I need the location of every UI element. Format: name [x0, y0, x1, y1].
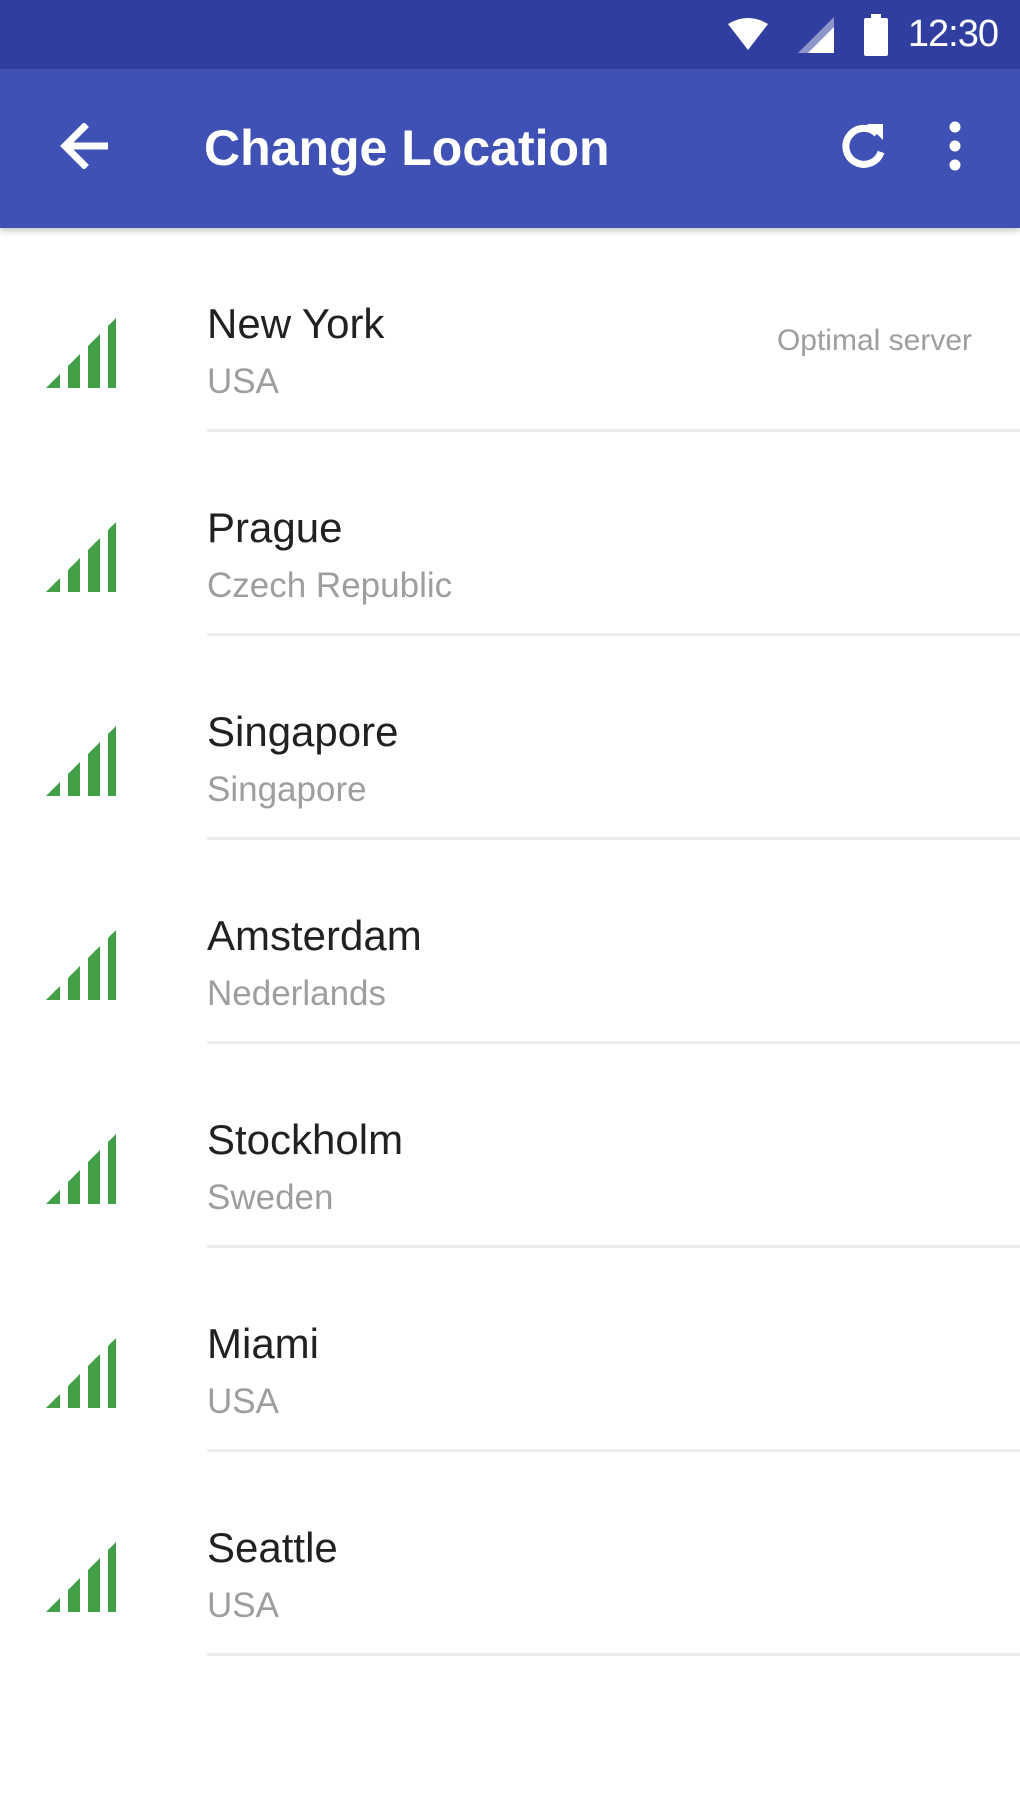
signal-strength-icon: [46, 930, 118, 1000]
signal-strength-icon: [46, 522, 118, 592]
country-name: Nederlands: [207, 974, 386, 1013]
signal-strength-icon: [46, 726, 118, 796]
page-title: Change Location: [204, 120, 610, 176]
list-item[interactable]: Singapore Singapore: [0, 636, 1020, 840]
location-list: New York USA Optimal server Prague Czech…: [0, 228, 1020, 1656]
list-item[interactable]: Amsterdam Nederlands: [0, 840, 1020, 1044]
city-name: Singapore: [207, 708, 399, 755]
cell-signal-icon: [797, 16, 834, 53]
city-name: Stockholm: [207, 1116, 404, 1163]
more-vert-icon: [948, 121, 962, 176]
status-bar: 12:30: [0, 0, 1020, 69]
country-name: Czech Republic: [207, 566, 453, 605]
signal-strength-icon: [46, 1542, 118, 1612]
refresh-button[interactable]: [818, 103, 908, 193]
screen: 12:30 Change Location New York USA Optim…: [0, 0, 1020, 1817]
country-name: Singapore: [207, 770, 367, 809]
status-icons: 12:30: [727, 0, 999, 69]
city-name: Amsterdam: [207, 912, 422, 959]
signal-strength-icon: [46, 318, 118, 388]
signal-strength-icon: [46, 1134, 118, 1204]
status-time: 12:30: [907, 13, 999, 55]
country-name: USA: [207, 362, 279, 401]
country-name: USA: [207, 1586, 279, 1625]
city-name: Seattle: [207, 1524, 338, 1571]
back-button[interactable]: [40, 103, 130, 193]
list-item[interactable]: Seattle USA: [0, 1452, 1020, 1656]
refresh-icon: [837, 120, 889, 177]
list-item[interactable]: Stockholm Sweden: [0, 1044, 1020, 1248]
overflow-menu-button[interactable]: [925, 103, 985, 193]
wifi-icon: [727, 17, 768, 52]
divider: [207, 1653, 1020, 1656]
app-bar: Change Location: [0, 69, 1020, 228]
city-name: Prague: [207, 504, 343, 551]
city-name: New York: [207, 300, 385, 347]
country-name: Sweden: [207, 1178, 334, 1217]
list-item[interactable]: New York USA Optimal server: [0, 228, 1020, 432]
optimal-server-badge: Optimal server: [776, 324, 972, 357]
country-name: USA: [207, 1382, 279, 1421]
signal-strength-icon: [46, 1338, 118, 1408]
arrow-back-icon: [60, 121, 110, 174]
list-item[interactable]: Prague Czech Republic: [0, 432, 1020, 636]
battery-icon: [863, 13, 888, 56]
list-item[interactable]: Miami USA: [0, 1248, 1020, 1452]
city-name: Miami: [207, 1320, 319, 1367]
